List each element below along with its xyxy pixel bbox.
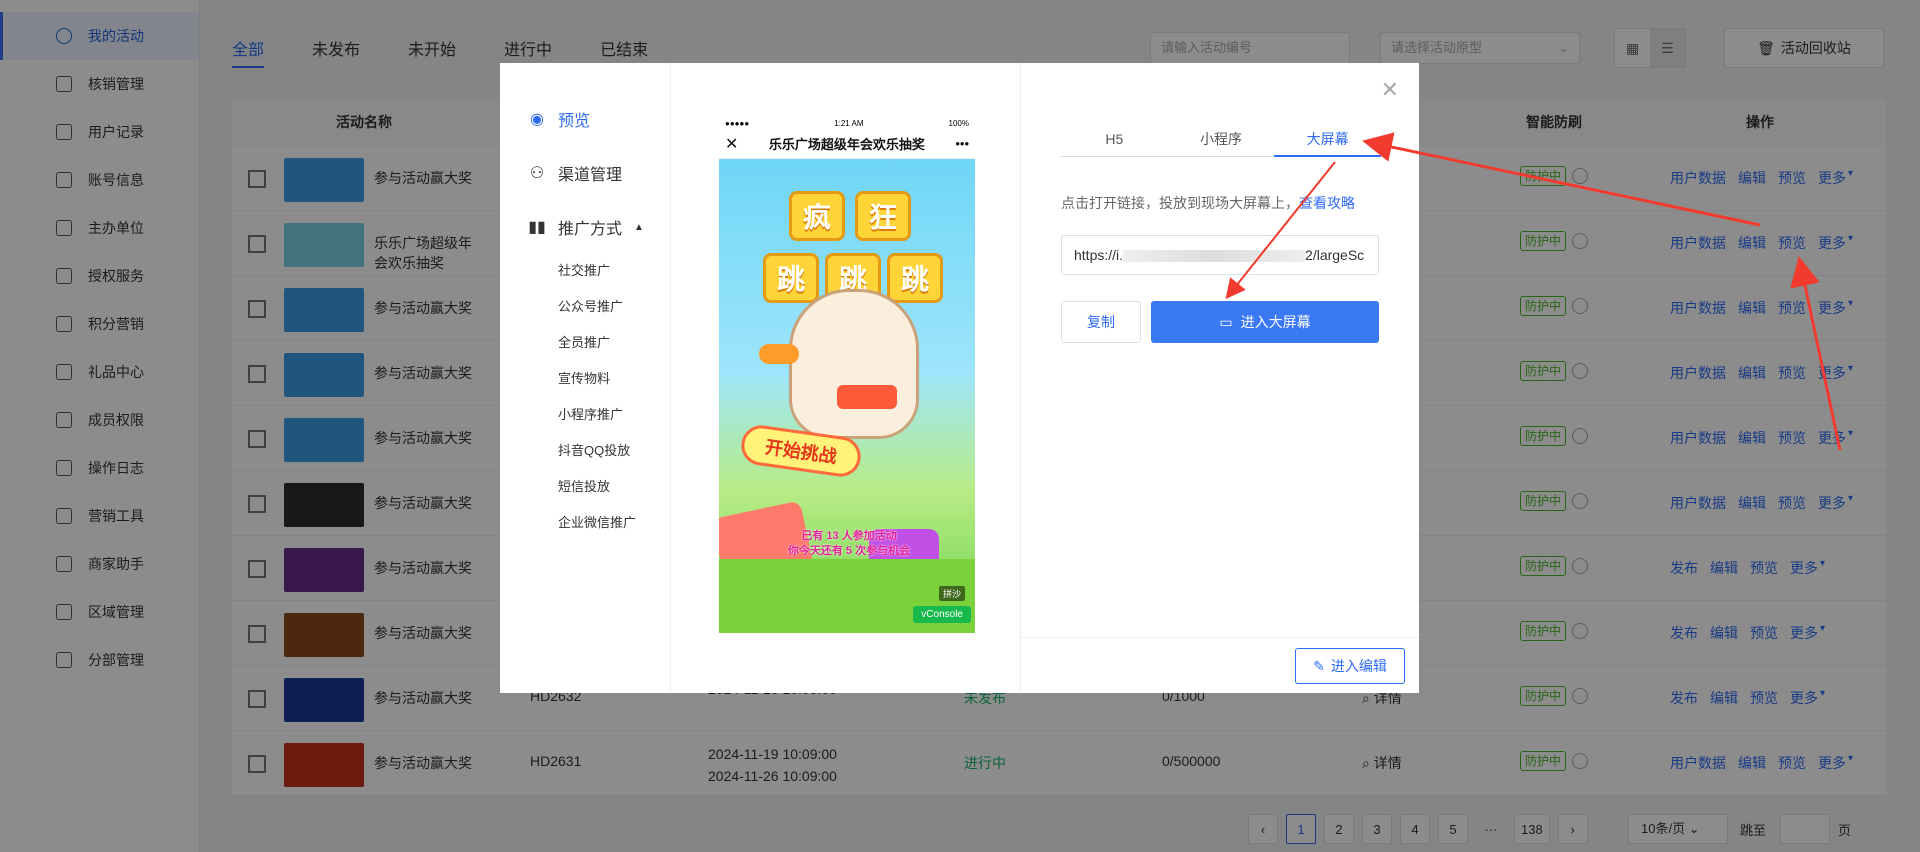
arrow-to-preview-link xyxy=(1790,256,1842,451)
arrow-to-enter-button xyxy=(1225,161,1336,300)
annotation-arrows xyxy=(1225,132,1842,451)
arrow-to-largescreen-tab xyxy=(1362,132,1761,227)
